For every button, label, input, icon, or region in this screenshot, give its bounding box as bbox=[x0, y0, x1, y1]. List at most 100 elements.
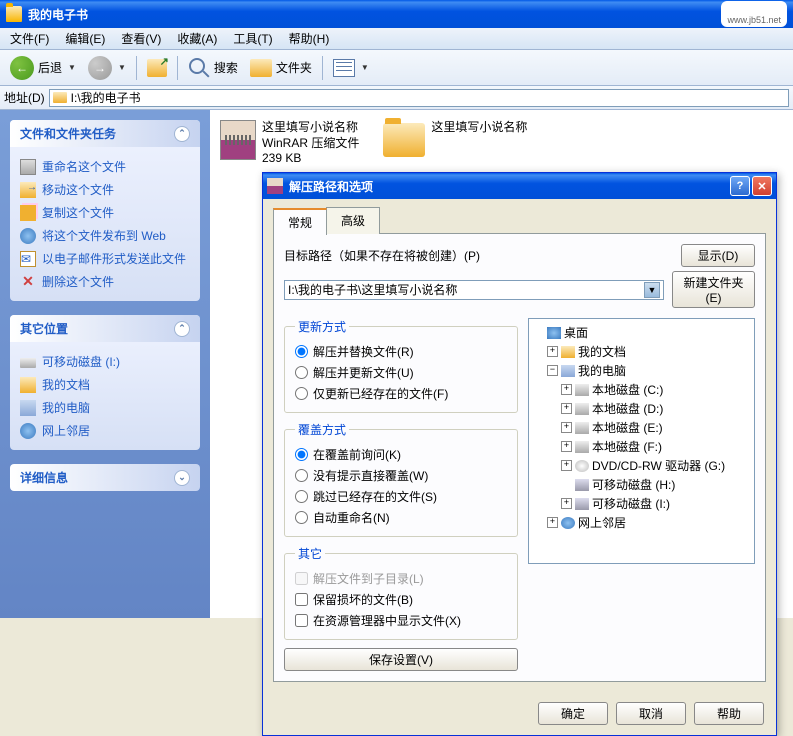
drive-icon bbox=[575, 384, 589, 396]
overwrite-mode-group: 覆盖方式 在覆盖前询问(K) 没有提示直接覆盖(W) 跳过已经存在的文件(S) … bbox=[284, 421, 518, 537]
window-title: 我的电子书 bbox=[28, 6, 88, 23]
menu-edit[interactable]: 编辑(E) bbox=[57, 27, 113, 50]
tree-mydocs[interactable]: +我的文档 bbox=[533, 342, 750, 361]
search-label: 搜索 bbox=[214, 59, 238, 76]
task-move[interactable]: 移动这个文件 bbox=[20, 178, 190, 201]
tree-removable-h[interactable]: 可移动磁盘 (H:) bbox=[533, 475, 750, 494]
move-icon bbox=[20, 182, 36, 198]
separator bbox=[322, 56, 323, 80]
tree-dvd[interactable]: +DVD/CD-RW 驱动器 (G:) bbox=[533, 456, 750, 475]
menu-view[interactable]: 查看(V) bbox=[113, 27, 169, 50]
overwrite-skip[interactable]: 跳过已经存在的文件(S) bbox=[295, 486, 507, 507]
views-button[interactable]: ▼ bbox=[329, 57, 373, 79]
task-delete[interactable]: ✕删除这个文件 bbox=[20, 270, 190, 293]
chevron-down-icon: ▼ bbox=[118, 63, 126, 72]
menu-file[interactable]: 文件(F) bbox=[2, 27, 57, 50]
folders-label: 文件夹 bbox=[276, 59, 312, 76]
path-combo[interactable]: I:\我的电子书\这里填写小说名称 ▼ bbox=[284, 280, 664, 300]
file-rar[interactable]: 这里填写小说名称 WinRAR 压缩文件 239 KB bbox=[220, 120, 359, 167]
tasks-header[interactable]: 文件和文件夹任务 ⌃ bbox=[10, 120, 200, 147]
menu-help[interactable]: 帮助(H) bbox=[281, 27, 338, 50]
separator bbox=[136, 56, 137, 80]
folder-tree[interactable]: 桌面 +我的文档 −我的电脑 +本地磁盘 (C:) +本地磁盘 (D:) +本地… bbox=[528, 318, 755, 564]
help-button[interactable]: 帮助 bbox=[694, 702, 764, 725]
folder-name: 这里填写小说名称 bbox=[431, 120, 527, 136]
overwrite-ask[interactable]: 在覆盖前询问(K) bbox=[295, 444, 507, 465]
tree-drive-f[interactable]: +本地磁盘 (F:) bbox=[533, 437, 750, 456]
file-type: WinRAR 压缩文件 bbox=[262, 136, 359, 152]
misc-group: 其它 解压文件到子目录(L) 保留损坏的文件(B) 在资源管理器中显示文件(X) bbox=[284, 545, 518, 640]
back-button[interactable]: ← 后退 ▼ bbox=[6, 54, 80, 82]
collapse-icon: ⌃ bbox=[174, 126, 190, 142]
up-folder-icon bbox=[147, 59, 167, 77]
tree-desktop[interactable]: 桌面 bbox=[533, 323, 750, 342]
tabs: 常规 高级 bbox=[273, 207, 766, 234]
tree-drive-c[interactable]: +本地磁盘 (C:) bbox=[533, 380, 750, 399]
tasks-panel: 文件和文件夹任务 ⌃ 重命名这个文件 移动这个文件 复制这个文件 将这个文件发布… bbox=[10, 120, 200, 301]
up-button[interactable] bbox=[143, 57, 171, 79]
extract-dialog: 解压路径和选项 ? ✕ 常规 高级 目标路径（如果不存在将被创建）(P) 显示(… bbox=[262, 172, 777, 736]
drive-icon bbox=[20, 358, 36, 368]
misc-show-explorer[interactable]: 在资源管理器中显示文件(X) bbox=[295, 610, 507, 631]
tree-drive-e[interactable]: +本地磁盘 (E:) bbox=[533, 418, 750, 437]
tree-drive-d[interactable]: +本地磁盘 (D:) bbox=[533, 399, 750, 418]
menu-tools[interactable]: 工具(T) bbox=[225, 27, 280, 50]
show-button[interactable]: 显示(D) bbox=[681, 244, 755, 267]
places-title: 其它位置 bbox=[20, 320, 68, 337]
overwrite-noprompt[interactable]: 没有提示直接覆盖(W) bbox=[295, 465, 507, 486]
copy-icon bbox=[20, 205, 36, 221]
misc-keep-broken[interactable]: 保留损坏的文件(B) bbox=[295, 589, 507, 610]
chevron-down-icon: ▼ bbox=[68, 63, 76, 72]
collapse-icon: ⌃ bbox=[174, 321, 190, 337]
places-panel: 其它位置 ⌃ 可移动磁盘 (I:) 我的文档 我的电脑 网上邻居 bbox=[10, 315, 200, 450]
details-panel: 详细信息 ⌄ bbox=[10, 464, 200, 491]
computer-icon bbox=[20, 400, 36, 416]
forward-button[interactable]: → ▼ bbox=[84, 54, 130, 82]
task-email[interactable]: 以电子邮件形式发送此文件 bbox=[20, 247, 190, 270]
place-my-documents[interactable]: 我的文档 bbox=[20, 373, 190, 396]
cancel-button[interactable]: 取消 bbox=[616, 702, 686, 725]
task-copy[interactable]: 复制这个文件 bbox=[20, 201, 190, 224]
task-publish-web[interactable]: 将这个文件发布到 Web bbox=[20, 224, 190, 247]
desktop-icon bbox=[547, 327, 561, 339]
misc-legend: 其它 bbox=[295, 545, 325, 562]
folders-button[interactable]: 文件夹 bbox=[246, 57, 316, 79]
path-label: 目标路径（如果不存在将被创建）(P) bbox=[284, 247, 673, 264]
place-removable-drive[interactable]: 可移动磁盘 (I:) bbox=[20, 350, 190, 373]
tree-network[interactable]: +网上邻居 bbox=[533, 513, 750, 532]
menu-favorites[interactable]: 收藏(A) bbox=[169, 27, 225, 50]
update-replace[interactable]: 解压并替换文件(R) bbox=[295, 341, 507, 362]
update-update[interactable]: 解压并更新文件(U) bbox=[295, 362, 507, 383]
mail-icon bbox=[20, 251, 36, 267]
place-network[interactable]: 网上邻居 bbox=[20, 419, 190, 442]
tab-general[interactable]: 常规 bbox=[273, 208, 327, 235]
address-input[interactable]: I:\我的电子书 bbox=[49, 89, 789, 107]
path-value: I:\我的电子书\这里填写小说名称 bbox=[288, 281, 457, 298]
tree-removable-i[interactable]: +可移动磁盘 (I:) bbox=[533, 494, 750, 513]
search-button[interactable]: 搜索 bbox=[184, 55, 242, 81]
address-value: I:\我的电子书 bbox=[71, 89, 141, 106]
new-folder-button[interactable]: 新建文件夹(E) bbox=[672, 271, 755, 308]
save-settings-button[interactable]: 保存设置(V) bbox=[284, 648, 518, 671]
tree-mycomp[interactable]: −我的电脑 bbox=[533, 361, 750, 380]
update-existing[interactable]: 仅更新已经存在的文件(F) bbox=[295, 383, 507, 404]
dialog-footer: 确定 取消 帮助 bbox=[263, 692, 776, 735]
logo-url: www.jb51.net bbox=[727, 16, 781, 26]
ok-button[interactable]: 确定 bbox=[538, 702, 608, 725]
drive-icon bbox=[575, 403, 589, 415]
task-rename[interactable]: 重命名这个文件 bbox=[20, 155, 190, 178]
close-button[interactable]: ✕ bbox=[752, 176, 772, 196]
places-header[interactable]: 其它位置 ⌃ bbox=[10, 315, 200, 342]
place-my-computer[interactable]: 我的电脑 bbox=[20, 396, 190, 419]
update-mode-group: 更新方式 解压并替换文件(R) 解压并更新文件(U) 仅更新已经存在的文件(F) bbox=[284, 318, 518, 413]
help-button[interactable]: ? bbox=[730, 176, 750, 196]
misc-subdir[interactable]: 解压文件到子目录(L) bbox=[295, 568, 507, 589]
overwrite-rename[interactable]: 自动重命名(N) bbox=[295, 507, 507, 528]
file-folder[interactable]: 这里填写小说名称 bbox=[383, 120, 527, 157]
details-title: 详细信息 bbox=[20, 469, 68, 486]
toolbar: ← 后退 ▼ → ▼ 搜索 文件夹 ▼ bbox=[0, 50, 793, 86]
details-header[interactable]: 详细信息 ⌄ bbox=[10, 464, 200, 491]
tab-advanced[interactable]: 高级 bbox=[326, 207, 380, 234]
file-meta: 这里填写小说名称 WinRAR 压缩文件 239 KB bbox=[262, 120, 359, 167]
removable-drive-icon bbox=[575, 498, 589, 510]
